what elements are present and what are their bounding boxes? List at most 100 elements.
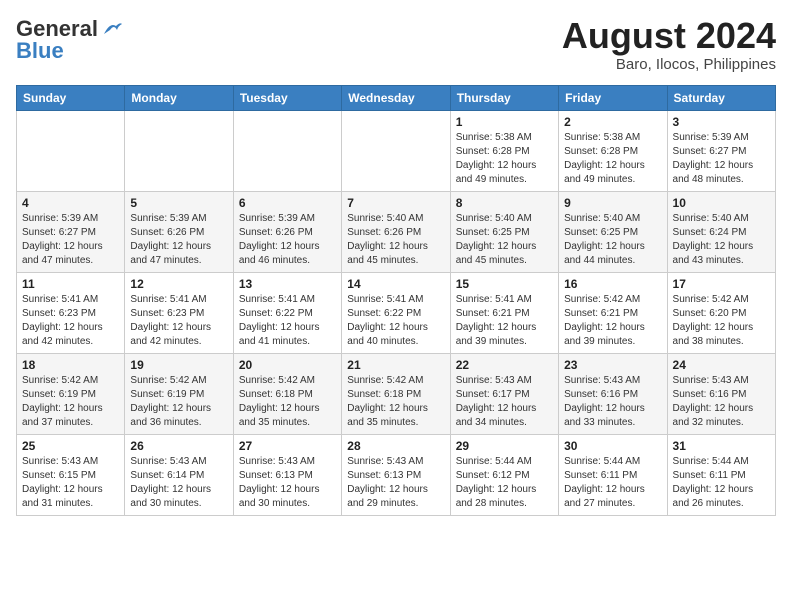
col-thursday: Thursday	[450, 85, 558, 110]
day-number: 7	[347, 196, 444, 210]
day-number: 4	[22, 196, 119, 210]
table-row	[233, 110, 341, 191]
day-number: 5	[130, 196, 227, 210]
day-info: Sunrise: 5:44 AM Sunset: 6:12 PM Dayligh…	[456, 455, 553, 511]
day-info: Sunrise: 5:42 AM Sunset: 6:19 PM Dayligh…	[130, 374, 227, 430]
col-wednesday: Wednesday	[342, 85, 450, 110]
month-year: August 2024	[562, 16, 776, 56]
table-row: 17 Sunrise: 5:42 AM Sunset: 6:20 PM Dayli…	[667, 272, 775, 353]
day-number: 23	[564, 358, 661, 372]
day-info: Sunrise: 5:44 AM Sunset: 6:11 PM Dayligh…	[673, 455, 770, 511]
day-info: Sunrise: 5:43 AM Sunset: 6:13 PM Dayligh…	[347, 455, 444, 511]
day-info: Sunrise: 5:43 AM Sunset: 6:16 PM Dayligh…	[673, 374, 770, 430]
table-row: 27Sunrise: 5:43 AM Sunset: 6:13 PM Dayli…	[233, 434, 341, 515]
table-row: 22 Sunrise: 5:43 AM Sunset: 6:17 PM Dayli…	[450, 353, 558, 434]
day-info: Sunrise: 5:43 AM Sunset: 6:13 PM Dayligh…	[239, 455, 336, 511]
calendar-week-row: 18Sunrise: 5:42 AM Sunset: 6:19 PM Dayli…	[17, 353, 776, 434]
col-monday: Monday	[125, 85, 233, 110]
day-info: Sunrise: 5:41 AM Sunset: 6:21 PM Dayligh…	[456, 293, 553, 349]
day-info: Sunrise: 5:39 AM Sunset: 6:26 PM Dayligh…	[130, 212, 227, 268]
table-row: 20 Sunrise: 5:42 AM Sunset: 6:18 PM Dayli…	[233, 353, 341, 434]
day-info: Sunrise: 5:39 AM Sunset: 6:26 PM Dayligh…	[239, 212, 336, 268]
table-row: 18Sunrise: 5:42 AM Sunset: 6:19 PM Dayli…	[17, 353, 125, 434]
day-info: Sunrise: 5:43 AM Sunset: 6:17 PM Dayligh…	[456, 374, 553, 430]
location: Baro, Ilocos, Philippines	[562, 56, 776, 73]
table-row: 25 Sunrise: 5:43 AM Sunset: 6:15 PM Dayli…	[17, 434, 125, 515]
table-row: 29 Sunrise: 5:44 AM Sunset: 6:12 PM Dayli…	[450, 434, 558, 515]
day-info: Sunrise: 5:42 AM Sunset: 6:20 PM Dayligh…	[673, 293, 770, 349]
logo: General Blue	[16, 16, 124, 64]
day-number: 29	[456, 439, 553, 453]
day-number: 8	[456, 196, 553, 210]
table-row: 2Sunrise: 5:38 AM Sunset: 6:28 PM Daylig…	[559, 110, 667, 191]
day-info: Sunrise: 5:41 AM Sunset: 6:22 PM Dayligh…	[239, 293, 336, 349]
calendar-header-row: Sunday Monday Tuesday Wednesday Thursday…	[17, 85, 776, 110]
day-info: Sunrise: 5:41 AM Sunset: 6:23 PM Dayligh…	[22, 293, 119, 349]
table-row: 31 Sunrise: 5:44 AM Sunset: 6:11 PM Dayli…	[667, 434, 775, 515]
day-info: Sunrise: 5:43 AM Sunset: 6:16 PM Dayligh…	[564, 374, 661, 430]
day-number: 21	[347, 358, 444, 372]
day-info: Sunrise: 5:40 AM Sunset: 6:25 PM Dayligh…	[564, 212, 661, 268]
day-info: Sunrise: 5:42 AM Sunset: 6:18 PM Dayligh…	[239, 374, 336, 430]
day-number: 11	[22, 277, 119, 291]
calendar-week-row: 1 Sunrise: 5:38 AM Sunset: 6:28 PM Daylig…	[17, 110, 776, 191]
table-row: 14Sunrise: 5:41 AM Sunset: 6:22 PM Dayli…	[342, 272, 450, 353]
table-row: 21 Sunrise: 5:42 AM Sunset: 6:18 PM Dayli…	[342, 353, 450, 434]
table-row: 6 Sunrise: 5:39 AM Sunset: 6:26 PM Daylig…	[233, 191, 341, 272]
day-info: Sunrise: 5:39 AM Sunset: 6:27 PM Dayligh…	[673, 131, 770, 187]
day-number: 12	[130, 277, 227, 291]
logo-bird-icon	[102, 20, 124, 38]
day-info: Sunrise: 5:38 AM Sunset: 6:28 PM Dayligh…	[456, 131, 553, 187]
title-block: August 2024 Baro, Ilocos, Philippines	[562, 16, 776, 73]
day-number: 30	[564, 439, 661, 453]
day-number: 16	[564, 277, 661, 291]
col-tuesday: Tuesday	[233, 85, 341, 110]
day-number: 28	[347, 439, 444, 453]
col-sunday: Sunday	[17, 85, 125, 110]
day-number: 2	[564, 115, 661, 129]
day-number: 17	[673, 277, 770, 291]
table-row: 19Sunrise: 5:42 AM Sunset: 6:19 PM Dayli…	[125, 353, 233, 434]
table-row: 10Sunrise: 5:40 AM Sunset: 6:24 PM Dayli…	[667, 191, 775, 272]
day-number: 10	[673, 196, 770, 210]
day-info: Sunrise: 5:41 AM Sunset: 6:22 PM Dayligh…	[347, 293, 444, 349]
day-number: 9	[564, 196, 661, 210]
table-row: 3Sunrise: 5:39 AM Sunset: 6:27 PM Daylig…	[667, 110, 775, 191]
logo-blue: Blue	[16, 38, 64, 64]
day-info: Sunrise: 5:44 AM Sunset: 6:11 PM Dayligh…	[564, 455, 661, 511]
table-row: 5 Sunrise: 5:39 AM Sunset: 6:26 PM Daylig…	[125, 191, 233, 272]
day-info: Sunrise: 5:42 AM Sunset: 6:19 PM Dayligh…	[22, 374, 119, 430]
table-row	[125, 110, 233, 191]
table-row: 26 Sunrise: 5:43 AM Sunset: 6:14 PM Dayli…	[125, 434, 233, 515]
table-row: 28 Sunrise: 5:43 AM Sunset: 6:13 PM Dayli…	[342, 434, 450, 515]
page-header: General Blue August 2024 Baro, Ilocos, P…	[16, 16, 776, 73]
day-number: 1	[456, 115, 553, 129]
day-number: 22	[456, 358, 553, 372]
table-row: 12Sunrise: 5:41 AM Sunset: 6:23 PM Dayli…	[125, 272, 233, 353]
table-row: 15Sunrise: 5:41 AM Sunset: 6:21 PM Dayli…	[450, 272, 558, 353]
day-number: 13	[239, 277, 336, 291]
day-info: Sunrise: 5:43 AM Sunset: 6:14 PM Dayligh…	[130, 455, 227, 511]
day-info: Sunrise: 5:40 AM Sunset: 6:25 PM Dayligh…	[456, 212, 553, 268]
day-number: 31	[673, 439, 770, 453]
day-info: Sunrise: 5:39 AM Sunset: 6:27 PM Dayligh…	[22, 212, 119, 268]
day-number: 24	[673, 358, 770, 372]
table-row	[17, 110, 125, 191]
table-row: 7Sunrise: 5:40 AM Sunset: 6:26 PM Daylig…	[342, 191, 450, 272]
table-row: 23 Sunrise: 5:43 AM Sunset: 6:16 PM Dayli…	[559, 353, 667, 434]
table-row: 4 Sunrise: 5:39 AM Sunset: 6:27 PM Daylig…	[17, 191, 125, 272]
table-row: 24 Sunrise: 5:43 AM Sunset: 6:16 PM Dayli…	[667, 353, 775, 434]
day-number: 26	[130, 439, 227, 453]
day-info: Sunrise: 5:42 AM Sunset: 6:21 PM Dayligh…	[564, 293, 661, 349]
calendar-table: Sunday Monday Tuesday Wednesday Thursday…	[16, 85, 776, 516]
table-row: 11 Sunrise: 5:41 AM Sunset: 6:23 PM Dayli…	[17, 272, 125, 353]
table-row: 1 Sunrise: 5:38 AM Sunset: 6:28 PM Daylig…	[450, 110, 558, 191]
day-info: Sunrise: 5:42 AM Sunset: 6:18 PM Dayligh…	[347, 374, 444, 430]
day-number: 6	[239, 196, 336, 210]
day-number: 20	[239, 358, 336, 372]
table-row: 13 Sunrise: 5:41 AM Sunset: 6:22 PM Dayli…	[233, 272, 341, 353]
table-row: 8 Sunrise: 5:40 AM Sunset: 6:25 PM Daylig…	[450, 191, 558, 272]
day-info: Sunrise: 5:43 AM Sunset: 6:15 PM Dayligh…	[22, 455, 119, 511]
day-number: 25	[22, 439, 119, 453]
calendar-week-row: 25 Sunrise: 5:43 AM Sunset: 6:15 PM Dayli…	[17, 434, 776, 515]
